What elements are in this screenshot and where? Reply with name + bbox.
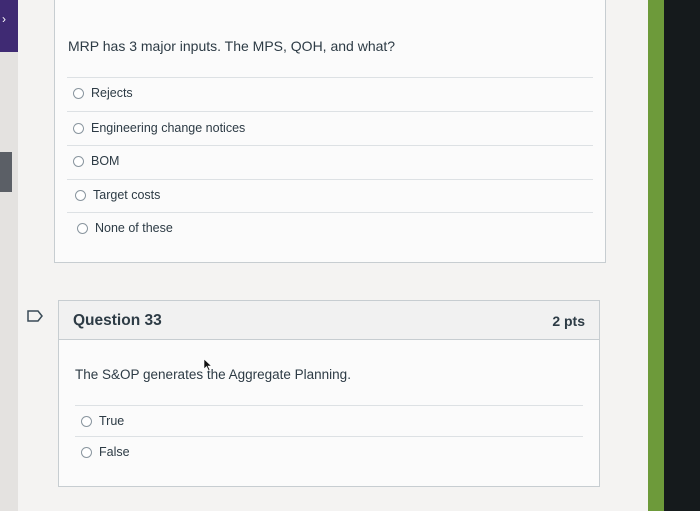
left-nav-tab[interactable]: › (0, 0, 18, 52)
radio-button[interactable] (73, 122, 84, 134)
radio-button[interactable] (81, 446, 92, 458)
question-card-33: Question 33 2 pts The S&OP generates the… (58, 300, 600, 487)
question-title: Question 33 (73, 312, 162, 329)
divider (67, 212, 593, 213)
answer-label: True (99, 414, 125, 428)
answer-option-true[interactable]: True (81, 414, 124, 428)
right-border-dark (664, 0, 700, 511)
radio-button[interactable] (73, 155, 84, 167)
question-card-previous: MRP has 3 major inputs. The MPS, QOH, an… (54, 0, 606, 263)
divider (75, 436, 583, 437)
divider (67, 145, 593, 146)
radio-button[interactable] (73, 87, 84, 99)
divider (67, 77, 593, 78)
answer-label: Target costs (93, 188, 161, 202)
left-edge (0, 0, 18, 511)
answer-option[interactable]: None of these (77, 221, 173, 235)
radio-button[interactable] (81, 415, 92, 427)
divider (75, 405, 583, 406)
chevron-right-icon: › (2, 12, 6, 26)
question-prompt: MRP has 3 major inputs. The MPS, QOH, an… (68, 38, 396, 54)
answer-option-false[interactable]: False (81, 445, 130, 459)
answer-label: Rejects (91, 86, 133, 100)
answer-option[interactable]: BOM (73, 154, 119, 168)
answer-option[interactable]: Target costs (75, 188, 160, 202)
answer-label: False (99, 445, 130, 459)
answer-label: Engineering change notices (91, 121, 246, 135)
radio-button[interactable] (75, 189, 86, 201)
divider (67, 179, 593, 180)
question-header: Question 33 2 pts (59, 301, 599, 340)
answer-label: BOM (91, 154, 120, 168)
answer-label: None of these (95, 221, 173, 235)
right-border-green (648, 0, 664, 511)
answer-option[interactable]: Engineering change notices (73, 121, 245, 135)
radio-button[interactable] (77, 222, 88, 234)
mouse-cursor-icon (203, 359, 212, 371)
question-points: 2 pts (552, 313, 585, 329)
answer-option[interactable]: Rejects (73, 86, 133, 100)
question-prompt: The S&OP generates the Aggregate Plannin… (75, 367, 351, 382)
flag-icon[interactable] (27, 310, 43, 322)
left-edge-marker (0, 152, 12, 192)
divider (67, 111, 593, 112)
